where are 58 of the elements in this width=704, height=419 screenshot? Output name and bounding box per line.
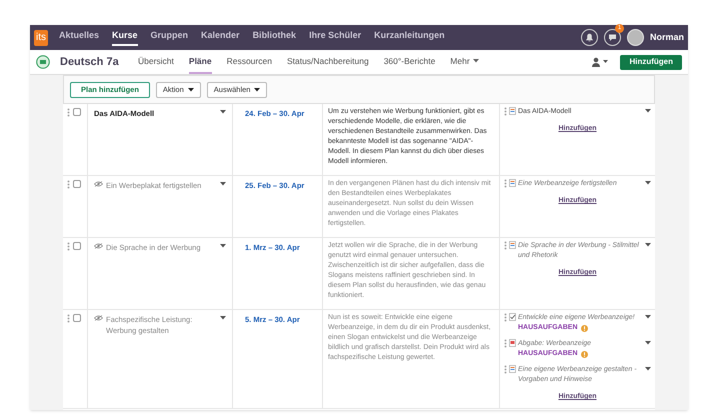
nav-link[interactable]: Kurse — [112, 29, 138, 46]
caret-icon[interactable] — [645, 181, 651, 185]
caret-icon[interactable] — [645, 243, 651, 247]
caret-icon[interactable] — [188, 88, 194, 92]
hidden-eye-icon — [94, 315, 103, 321]
bell-icon[interactable] — [580, 29, 598, 46]
hidden-eye-icon — [94, 181, 103, 187]
hidden-eye-icon — [94, 243, 103, 249]
caret-icon[interactable] — [254, 88, 260, 92]
user-name[interactable]: Norman — [650, 30, 684, 44]
nav-link[interactable]: Kalender — [201, 29, 240, 46]
caret-icon[interactable] — [645, 367, 651, 371]
row-checkbox[interactable] — [73, 242, 81, 250]
warning-icon — [580, 324, 588, 332]
caret-icon[interactable] — [220, 316, 226, 320]
nav-link[interactable]: Kurzanleitungen — [374, 29, 445, 46]
course-tab[interactable]: Mehr — [450, 50, 479, 74]
document-icon — [509, 241, 516, 249]
drag-handle-icon[interactable] — [504, 179, 507, 188]
drag-handle-icon[interactable] — [67, 108, 70, 117]
checkbox-document-icon — [509, 313, 516, 321]
chat-icon[interactable] — [604, 29, 621, 46]
document-icon — [509, 107, 516, 115]
course-tab[interactable]: 360°-Berichte — [384, 50, 436, 74]
course-tab[interactable]: Ressourcen — [226, 50, 272, 74]
course-tab[interactable]: Übersicht — [138, 50, 174, 74]
drag-handle-icon[interactable] — [504, 365, 507, 374]
nav-link[interactable]: Gruppen — [150, 29, 188, 46]
caret-icon[interactable] — [645, 341, 651, 345]
document-icon — [509, 179, 516, 187]
course-icon — [36, 55, 50, 69]
drag-handle-icon[interactable] — [504, 339, 507, 348]
nav-link[interactable]: Bibliothek — [252, 29, 296, 46]
caret-icon[interactable] — [645, 109, 651, 113]
drag-handle-icon[interactable] — [504, 107, 507, 116]
caret-icon[interactable] — [220, 244, 226, 248]
row-checkbox[interactable] — [73, 108, 81, 116]
drag-handle-icon[interactable] — [504, 313, 507, 322]
avatar[interactable] — [626, 29, 644, 46]
drag-handle-icon[interactable] — [67, 314, 70, 323]
add-button[interactable]: Hinzufügen — [620, 54, 682, 70]
document-icon — [509, 365, 516, 373]
document-icon — [509, 339, 516, 347]
row-checkbox[interactable] — [73, 180, 81, 188]
course-tab[interactable]: Status/Nachbereitung — [286, 50, 369, 74]
nav-link[interactable]: Ihre Schüler — [309, 29, 362, 46]
row-checkbox[interactable] — [73, 314, 81, 322]
drag-handle-icon[interactable] — [67, 180, 70, 189]
user-menu[interactable] — [591, 57, 608, 67]
caret-icon[interactable] — [645, 315, 651, 319]
drag-handle-icon[interactable] — [504, 241, 507, 250]
nav-link[interactable]: Aktuelles — [59, 29, 100, 46]
caret-icon[interactable] — [220, 110, 226, 114]
caret-icon[interactable] — [220, 182, 226, 186]
warning-icon — [580, 350, 588, 358]
drag-handle-icon[interactable] — [67, 242, 70, 251]
caret-icon[interactable] — [603, 60, 608, 64]
course-title: Deutsch 7a — [60, 54, 120, 70]
